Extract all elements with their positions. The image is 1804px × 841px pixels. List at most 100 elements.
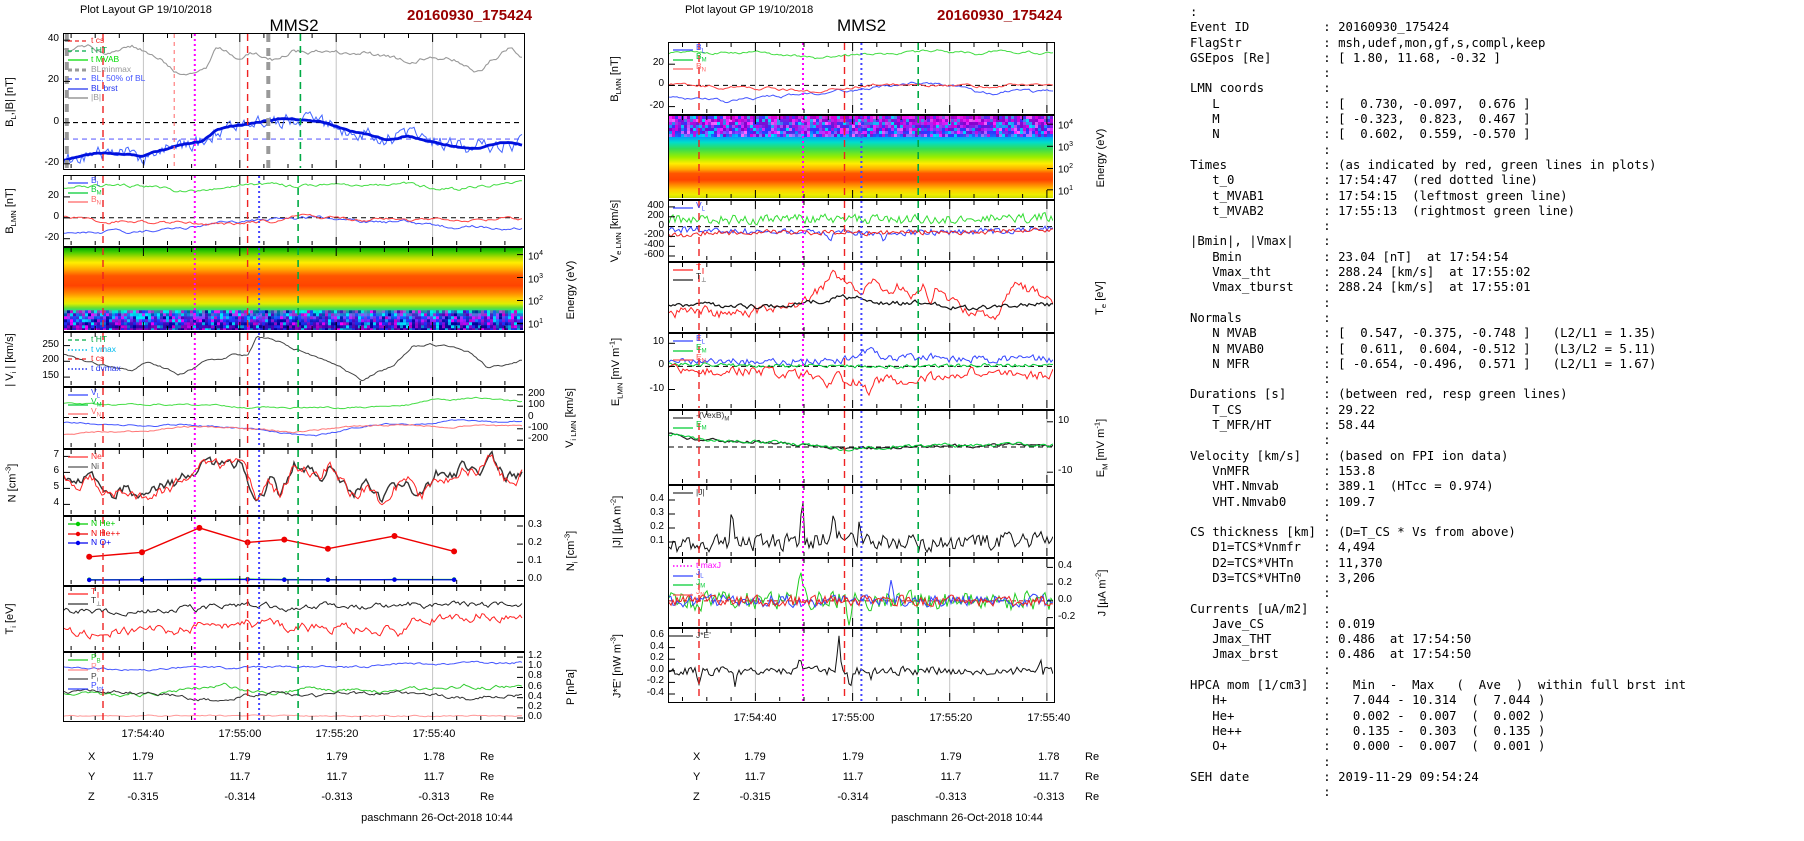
time-tick-label: 17:55:40 [412, 728, 456, 740]
energy-spectrogram [64, 248, 523, 330]
time-series-plot [669, 263, 1053, 331]
legend-label: N He+ [91, 518, 116, 529]
time-series-plot [669, 201, 1053, 260]
plot-panel-mid-4: T∥ T⊥ [668, 262, 1055, 333]
info-line: N MFR : [ -0.654, -0.496, 0.571 ] (L2/L1… [1190, 356, 1657, 371]
time-tick-label: 17:55:00 [218, 728, 262, 740]
legend-label: EM [696, 419, 707, 433]
legend-entry: VN [68, 407, 102, 419]
info-line: VHT.Nmvab0 : 109.7 [1190, 494, 1376, 509]
position-table-row-label: Y [693, 771, 701, 783]
legend-entry: Ptot [68, 680, 104, 694]
info-line: D2=TCS*VHTn : 11,370 [1190, 555, 1383, 570]
legend-entry: T⊥ [68, 595, 102, 609]
legend-label: Ptot [91, 680, 104, 694]
legend-label: BL, 50% of BL [91, 73, 146, 84]
legend: VL VM VN [68, 388, 102, 419]
position-table-value: 1.79 [940, 751, 962, 763]
info-line: FlagStr : msh,udef,mon,gf,s,compl,keep [1190, 35, 1546, 50]
position-table-value: 1.78 [423, 751, 445, 763]
time-tick-label: 17:55:40 [1027, 712, 1071, 724]
energy-spectrogram [669, 116, 1053, 198]
axis-tick-label: 200 [42, 354, 59, 366]
info-line: T_CS : 29.22 [1190, 402, 1376, 417]
plot-panel-left-4: t HT t vmax t cs t dvmax [63, 332, 525, 387]
legend-label: T⊥ [91, 595, 102, 609]
info-line: Event ID : 20160930_175424 [1190, 20, 1450, 35]
legend-entry: VL [673, 199, 705, 213]
y-axis-label: BLMN [nT] [3, 188, 19, 234]
axis-tick-label: 0.6 [650, 628, 664, 640]
legend-label: Ni [91, 460, 100, 471]
plot-panel-mid-7: |J| [668, 485, 1055, 558]
legend: N He+ N He++ N O+ [68, 519, 120, 548]
info-line: M : [ -0.323, 0.823, 0.467 ] [1190, 112, 1531, 127]
position-table-unit: Re [480, 771, 495, 783]
axis-tick-label: 0.0 [650, 663, 664, 675]
y-axis-label: |J| [µA m-2] [608, 495, 624, 548]
plot-panel-mid-9: J*E' [668, 628, 1055, 703]
legend: J*E' [673, 631, 711, 641]
y-axis-label: BL,|B| [nT] [3, 76, 19, 127]
legend-entry: |J| [673, 488, 705, 498]
axis-tick-label: 0 [53, 210, 59, 222]
y-axis-label-right: Energy (eV) [1095, 128, 1107, 187]
position-table-value: 1.79 [744, 751, 766, 763]
time-series-plot [70, 517, 523, 584]
position-table-row-label: X [693, 751, 701, 763]
time-series-plot [64, 333, 522, 385]
legend-label: N O+ [91, 537, 112, 548]
position-table-unit: Re [480, 751, 495, 763]
info-line: GSEpos [Re] : [ 1.80, 11.68, -0.32 ] [1190, 50, 1501, 65]
legend: -(VexB)M EM [673, 411, 729, 433]
position-table-value: -0.314 [837, 791, 869, 803]
y-axis-label: Ti [eV] [3, 603, 19, 635]
plot-panel-mid-6: -(VexB)M EM [668, 410, 1055, 485]
time-tick-label: 17:55:20 [929, 712, 973, 724]
info-line: : [1190, 754, 1331, 769]
legend: t cs t HT t MVAB BLminmax BL, 50% of BL BL br… [68, 36, 145, 103]
info-line: T_MFR/HT : 58.44 [1190, 418, 1376, 433]
info-line: Normals : [1190, 310, 1331, 325]
position-table-value: -0.313 [1033, 791, 1065, 803]
plot-panel-left-9: PB Pe Pi Ptot [63, 652, 525, 722]
legend: t HT t vmax t cs t dvmax [68, 335, 121, 373]
axis-tick-label: -20 [649, 99, 664, 111]
position-table-value: -0.313 [321, 791, 353, 803]
event-id-label: 20160930_175424 [937, 7, 1063, 24]
info-line: : [1190, 142, 1331, 157]
axis-tick-label: 10 [652, 336, 664, 348]
axis-tick-label: 4 [53, 497, 59, 509]
axis-tick-label: 6 [53, 465, 59, 477]
axis-tick-label: 7 [53, 449, 59, 461]
plot-panel-left-6: Ne Ni [63, 449, 525, 516]
info-line: CS thickness [km] : (D=T_CS * Vs from ab… [1190, 525, 1516, 540]
legend-entry: t dvmax [68, 363, 121, 374]
axis-tick-label: 5 [53, 481, 59, 493]
info-line: : [1190, 509, 1331, 524]
legend-entry: EN [673, 353, 707, 365]
info-line: Currents [uA/m2] : [1190, 601, 1331, 616]
position-table-value: -0.313 [418, 791, 450, 803]
seh-event-dashboard: Plot Layout GP 19/10/2018 MMS2 20160930_… [0, 0, 1804, 841]
info-line: : [1190, 662, 1331, 677]
legend-label: BN [696, 60, 706, 74]
time-series-plot [64, 176, 523, 245]
legend-label: J*E' [696, 630, 711, 641]
axis-tick-label: 20 [47, 189, 59, 201]
position-table-value: -0.314 [224, 791, 256, 803]
plot-panel-mid-8: t maxJ JL JM JN [668, 558, 1055, 628]
time-series-plot [64, 450, 523, 514]
axis-tick-label: 0.1 [650, 535, 664, 546]
time-tick-label: 17:55:00 [831, 712, 875, 724]
y-axis-label-right: Vi LMN [km/s] [563, 388, 579, 448]
axis-tick-label: 0.2 [650, 652, 664, 664]
info-line: : [1190, 785, 1331, 800]
plot-column-left: Plot Layout GP 19/10/2018 MMS2 20160930_… [0, 0, 600, 841]
info-line: Velocity [km/s] : (based on FPI ion data… [1190, 448, 1509, 463]
position-table-value: 1.79 [132, 751, 154, 763]
legend-label: VL [696, 199, 705, 213]
plot-panel-mid-5: EL EM EN [668, 333, 1055, 410]
legend: T∥ T⊥ [68, 587, 102, 609]
legend-label: t HT [91, 334, 108, 345]
